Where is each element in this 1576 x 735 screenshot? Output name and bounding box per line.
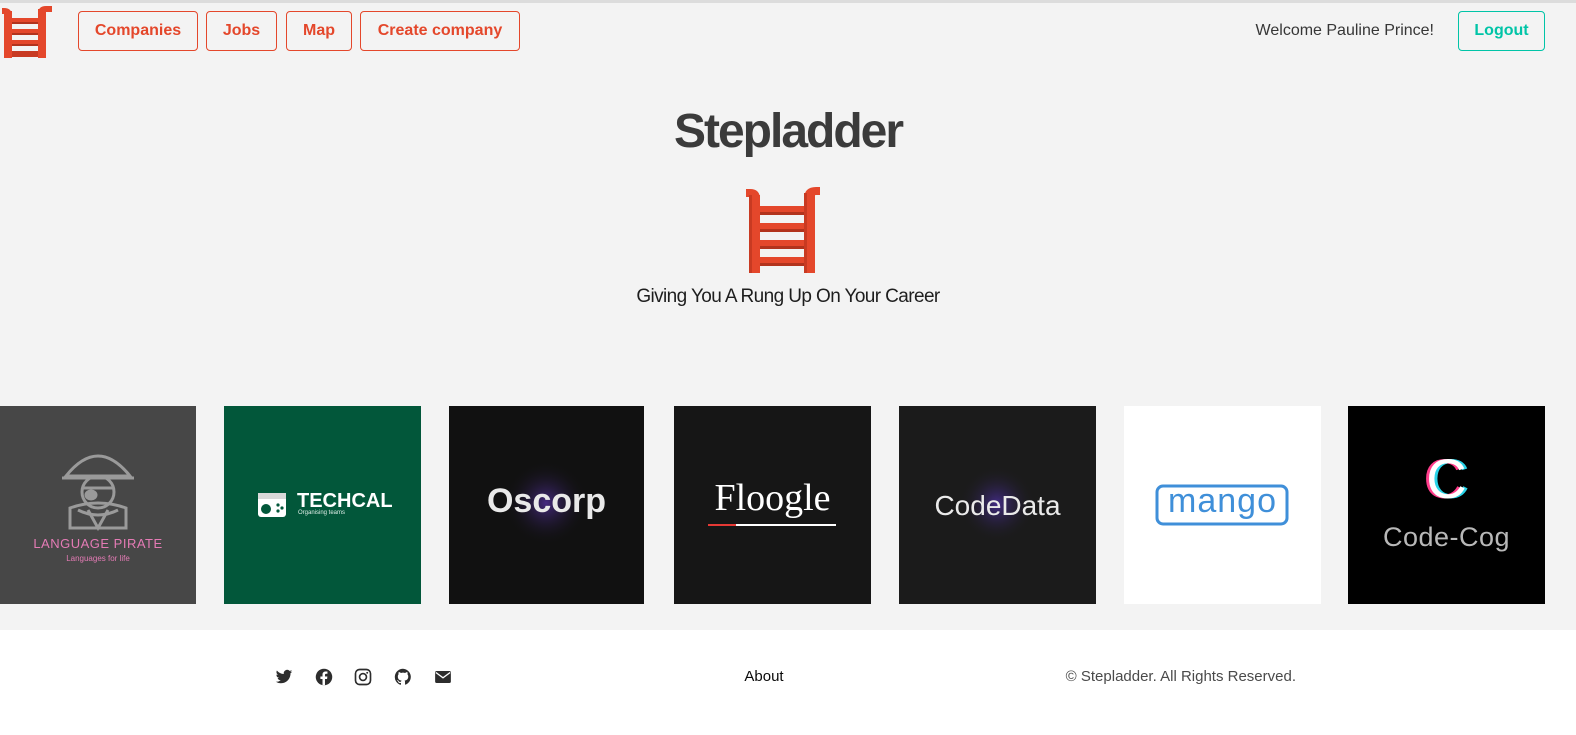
company-logo-floogle[interactable]: Floogle [674,406,871,604]
company-name: CodeData [934,490,1061,521]
navbar: Companies Jobs Map Create company Welcom… [0,3,1576,59]
github-icon[interactable] [394,668,412,686]
copyright-text: © Stepladder. All Rights Reserved. [1065,668,1296,685]
jobs-button[interactable]: Jobs [206,11,277,51]
company-tagline: Languages for life [66,554,130,563]
company-name: Floogle [714,477,831,519]
page-title: Stepladder [673,105,904,158]
company-name: Code-Cog [1382,522,1511,552]
about-link[interactable]: About [730,668,798,685]
map-button[interactable]: Map [286,11,352,51]
welcome-message: Welcome Pauline Prince! [1255,22,1434,39]
company-logo-codedata[interactable]: CodeData [899,406,1096,604]
facebook-icon[interactable] [315,668,333,686]
ladder-icon [746,185,820,273]
company-logo-letter: C [1426,447,1467,510]
company-name: Oscorp [486,482,607,520]
company-tagline: Organising teams [298,510,346,516]
company-carousel: LANGUAGE PIRATE Languages for life TECHC… [0,406,1576,604]
envelope-icon[interactable] [434,668,452,686]
twitter-icon[interactable] [275,668,293,686]
calendar-icon [258,493,286,517]
company-logo-techcal[interactable]: TECHCAL Organising teams [224,406,421,604]
footer: About © Stepladder. All Rights Reserved. [0,630,1576,735]
company-logo-oscorp[interactable]: Oscorp [449,406,644,604]
company-logo-mango[interactable]: mango [1124,406,1321,604]
ladder-icon[interactable] [2,4,52,58]
company-logo-code-cog[interactable]: C Code-Cog [1348,406,1545,604]
company-name: mango [1168,482,1277,520]
companies-button[interactable]: Companies [78,11,198,51]
tagline: Giving You A Rung Up On Your Career [636,286,940,307]
create-company-button[interactable]: Create company [360,11,520,51]
company-logo-language-pirate[interactable]: LANGUAGE PIRATE Languages for life [0,406,196,604]
company-name: LANGUAGE PIRATE [33,536,163,551]
instagram-icon[interactable] [354,668,372,686]
logout-button[interactable]: Logout [1458,11,1545,51]
